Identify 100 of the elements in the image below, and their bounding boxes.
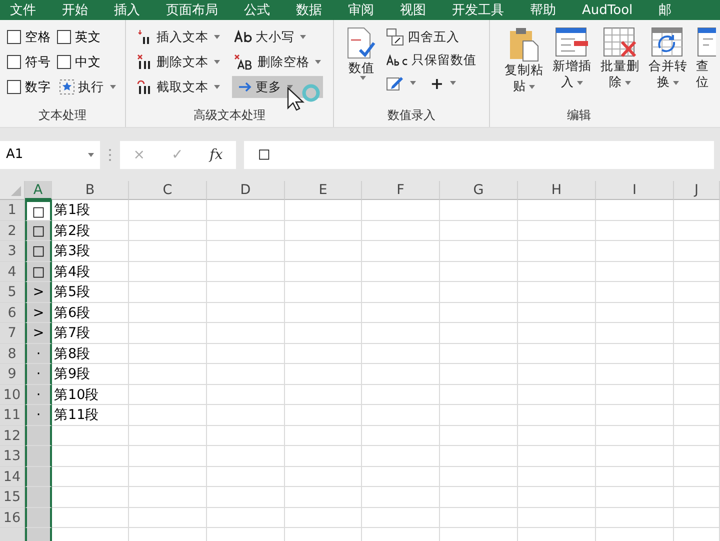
ribbon-tab[interactable]: 开始 (62, 1, 88, 19)
row-header[interactable]: 2 (0, 220, 25, 241)
column-header[interactable]: J (674, 181, 720, 200)
column-header[interactable]: A (25, 181, 52, 200)
splitter-icon[interactable] (108, 148, 112, 162)
empty-cell (674, 302, 720, 323)
insert-function-button[interactable]: fx (210, 146, 223, 162)
ribbon-button[interactable]: 四舍五入 (384, 26, 478, 48)
ribbon-tab[interactable]: 插入 (114, 1, 140, 19)
table-cell: 第9段 (52, 364, 129, 384)
row-header[interactable]: 7 (0, 323, 25, 344)
empty-cell (674, 323, 720, 344)
empty-cell (674, 364, 720, 384)
checkbox[interactable]: 空格 (7, 26, 52, 48)
ribbon-tab[interactable]: 审阅 (348, 1, 374, 19)
table-cell: 第10段 (52, 384, 129, 405)
ribbon-button[interactable]: 复制粘 贴 (502, 26, 546, 94)
ribbon-button[interactable]: 截取文本 (135, 76, 222, 98)
ribbon-tab[interactable]: 公式 (244, 1, 270, 19)
empty-cell (674, 282, 720, 302)
empty-cell (674, 200, 720, 220)
row-header[interactable]: 11 (0, 405, 25, 426)
ribbon-button[interactable]: 删除文本 (135, 51, 222, 73)
ribbon-button[interactable]: 批量删 除 (598, 26, 642, 94)
column-header[interactable]: E (285, 181, 362, 200)
row-header[interactable]: 1 (0, 200, 25, 220)
add-dropdown-button[interactable]: + (428, 72, 458, 94)
row-header[interactable]: 12 (0, 426, 25, 446)
table-cell: 第5段 (52, 282, 129, 302)
arrow-right-icon (238, 81, 252, 93)
column-header[interactable]: F (362, 181, 440, 200)
ribbon-button[interactable]: 删除空格 (232, 51, 324, 73)
group-label: 编辑 (567, 107, 591, 124)
table-cell: · (25, 344, 52, 364)
row-header[interactable]: 6 (0, 302, 25, 323)
ribbon-tab[interactable]: 视图 (400, 1, 426, 19)
column-header[interactable]: I (596, 181, 674, 200)
column-header[interactable]: H (518, 181, 596, 200)
ribbon-tab[interactable]: 页面布局 (166, 1, 218, 19)
table-cell: 第7段 (52, 323, 129, 344)
ribbon-button[interactable]: 只保留数值 (384, 49, 478, 71)
number-button[interactable]: 数值 (344, 26, 378, 94)
ribbon-tab[interactable]: 开发工具 (452, 1, 504, 19)
ribbon-button[interactable]: 新增插 入 (550, 26, 594, 94)
insert-row-icon (554, 26, 590, 58)
row-header[interactable]: 3 (0, 241, 25, 262)
ribbon-tab[interactable]: 帮助 (530, 1, 556, 19)
ribbon-button[interactable]: 更多 (232, 76, 324, 98)
name-box[interactable]: A1 (0, 140, 100, 168)
row-header[interactable]: 9 (0, 364, 25, 384)
ribbon-button[interactable]: 插入文本 (135, 26, 222, 48)
ribbon-tab[interactable]: 文件 (10, 1, 36, 19)
execute-button[interactable]: 执行 (57, 76, 118, 98)
row-header[interactable]: 13 (0, 446, 25, 466)
table-cell: · (25, 364, 52, 384)
table-cell: > (25, 323, 52, 344)
ribbon-button[interactable]: 查 位 (694, 26, 716, 94)
empty-cell (674, 220, 720, 241)
edit-icon (386, 75, 404, 91)
ribbon-button[interactable]: 合并转 换 (646, 26, 690, 94)
empty-cell (674, 466, 720, 487)
ribbon-tab[interactable]: AudTool (582, 2, 633, 18)
delete-spaces-icon (234, 54, 254, 70)
column-header[interactable]: G (440, 181, 518, 200)
row-header[interactable]: 5 (0, 282, 25, 302)
table-cell: □ (25, 200, 52, 220)
formula-input[interactable]: □ (244, 140, 714, 168)
row-header[interactable]: 15 (0, 487, 25, 508)
ribbon-button[interactable]: 大小写 (232, 26, 324, 48)
table-cell: 第8段 (52, 344, 129, 364)
table-cell: 第3段 (52, 241, 129, 262)
row-header[interactable]: 14 (0, 466, 25, 487)
table-cell: 第6段 (52, 302, 129, 323)
group-label: 文本处理 (38, 107, 87, 124)
empty-cell (674, 344, 720, 364)
checkbox[interactable]: 中文 (57, 51, 118, 73)
group-label: 数值录入 (387, 107, 436, 124)
checkbox[interactable]: 符号 (7, 51, 52, 73)
document-check-icon (346, 26, 376, 60)
row-header[interactable]: 16 (0, 508, 25, 528)
checkbox[interactable]: 英文 (57, 26, 118, 48)
empty-cell (674, 262, 720, 282)
busy-cursor-icon (286, 82, 322, 112)
column-header[interactable]: C (129, 181, 207, 200)
empty-cell (674, 446, 720, 466)
table-cell: > (25, 302, 52, 323)
ribbon-tab[interactable]: 数据 (296, 1, 322, 19)
ribbon-tab[interactable]: 邮 (658, 1, 672, 19)
letter-case-icon (234, 30, 252, 44)
clipboard-icon (507, 26, 541, 62)
checkbox[interactable]: 数字 (7, 76, 52, 98)
row-header[interactable]: 8 (0, 344, 25, 364)
column-header[interactable]: D (207, 181, 285, 200)
row-header[interactable]: 4 (0, 262, 25, 282)
find-icon (696, 26, 716, 58)
column-header[interactable]: B (52, 181, 129, 200)
select-all-icon[interactable] (0, 181, 25, 200)
abc-icon (386, 54, 408, 66)
table-cell: 第2段 (52, 220, 129, 241)
row-header[interactable]: 10 (0, 384, 25, 405)
